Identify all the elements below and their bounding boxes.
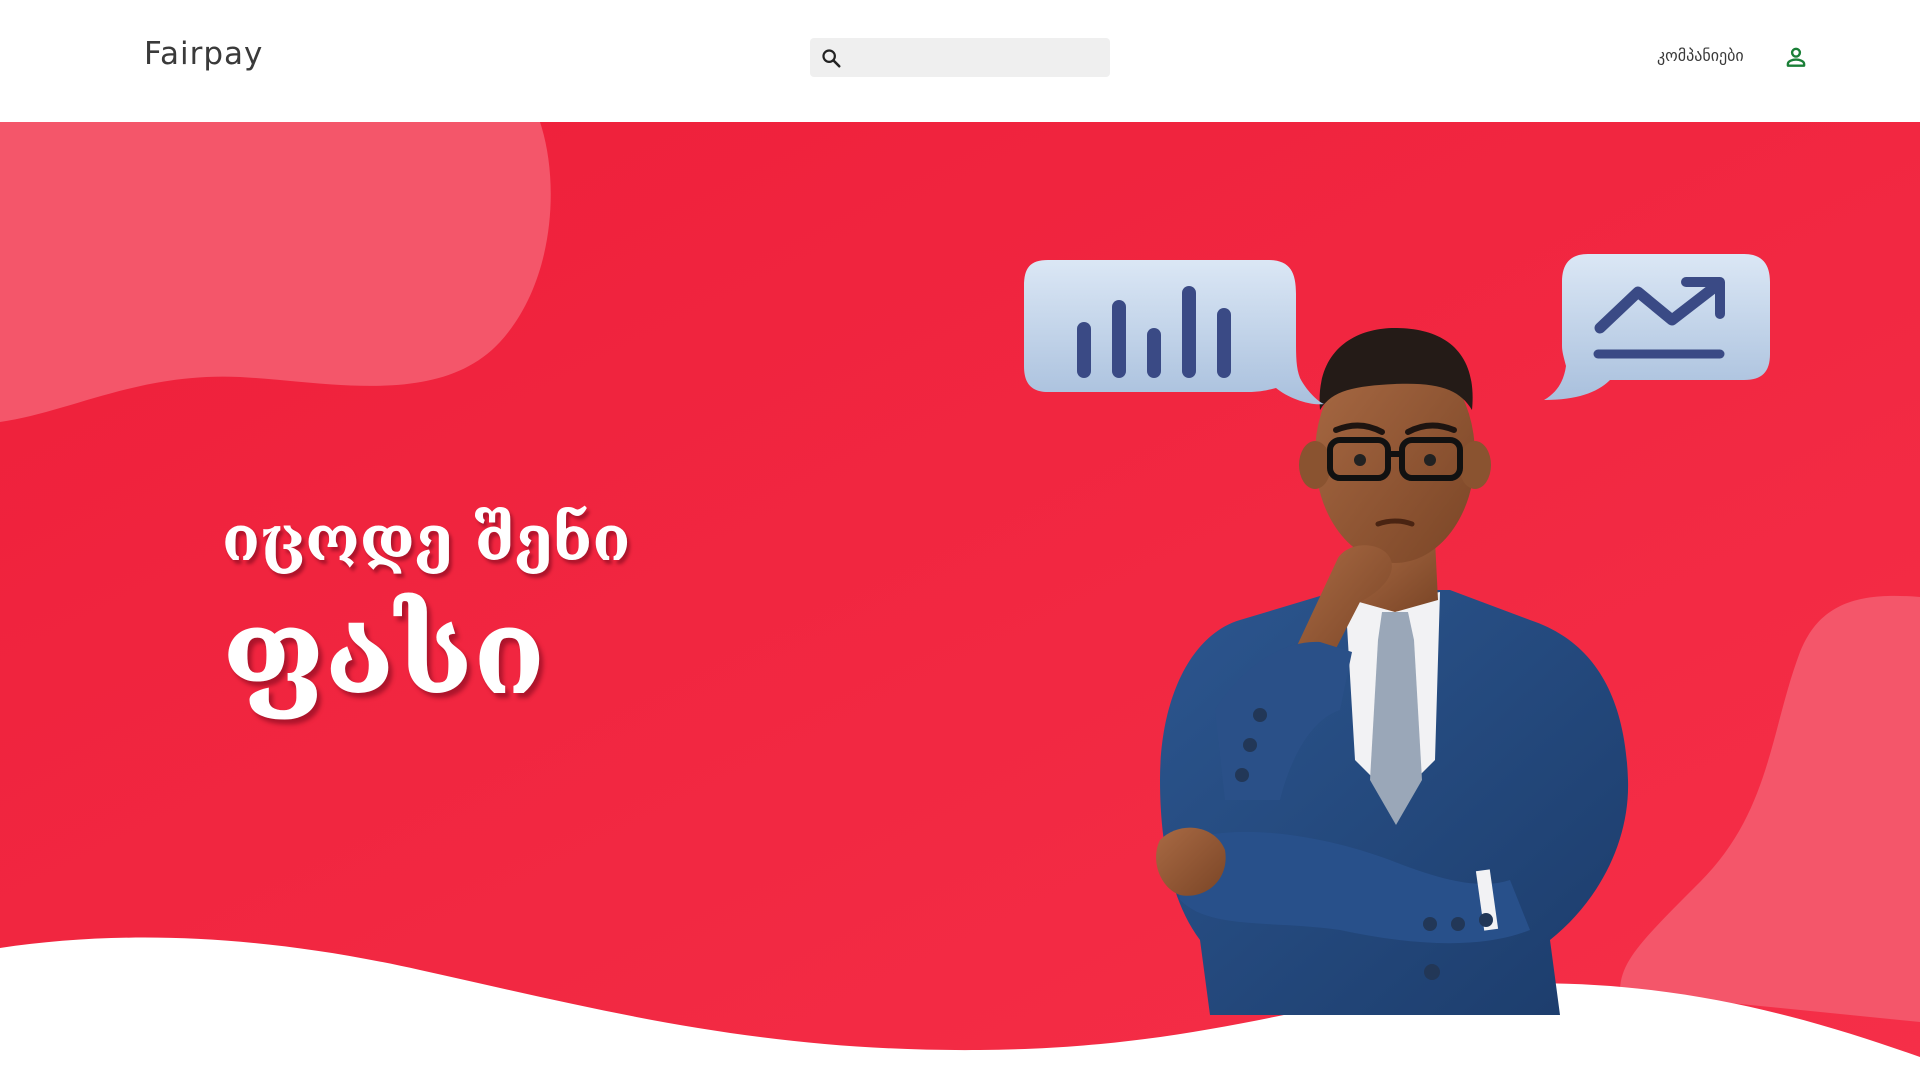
nav-companies-link[interactable]: კომპანიები [1657,46,1744,65]
speech-bubble-bar-chart [1024,260,1324,405]
search-icon[interactable] [820,47,842,69]
search-input[interactable] [854,38,1100,77]
user-icon[interactable] [1783,44,1809,70]
search-bar[interactable] [810,38,1110,77]
logo[interactable]: Fairpay [144,36,263,72]
hero-title-line1: იცოდე შენი [222,502,631,575]
hero-title-line2: ფასი [222,582,546,721]
speech-bubble-trend [1544,254,1770,400]
top-navbar: Fairpay კომპანიები [0,0,1920,122]
